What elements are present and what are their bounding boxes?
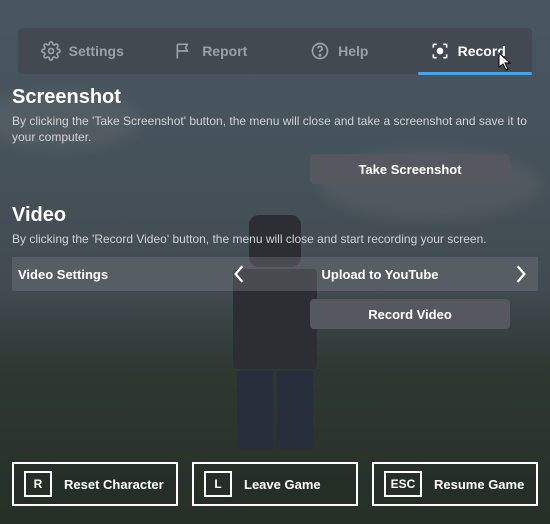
- reset-character-button[interactable]: R Reset Character: [12, 462, 178, 506]
- selector-next-button[interactable]: [504, 265, 538, 283]
- tab-help[interactable]: Help: [275, 28, 404, 74]
- tab-settings[interactable]: Settings: [18, 28, 147, 74]
- button-label: Resume Game: [434, 477, 524, 492]
- help-icon: [310, 41, 330, 61]
- record-panel: Screenshot By clicking the 'Take Screens…: [12, 86, 538, 145]
- bottom-action-bar: R Reset Character L Leave Game ESC Resum…: [12, 462, 538, 506]
- tab-record[interactable]: Record: [404, 28, 533, 74]
- keycap: ESC: [384, 471, 422, 497]
- screenshot-heading: Screenshot: [12, 86, 538, 109]
- video-desc: By clicking the 'Record Video' button, t…: [12, 231, 538, 247]
- chevron-right-icon: [514, 265, 528, 283]
- keycap: R: [24, 471, 52, 497]
- active-tab-underline: [418, 72, 532, 75]
- tab-label: Settings: [69, 43, 124, 59]
- flag-icon: [174, 41, 194, 61]
- tab-label: Help: [338, 43, 368, 59]
- button-label: Reset Character: [64, 477, 164, 492]
- screenshot-desc: By clicking the 'Take Screenshot' button…: [12, 113, 538, 145]
- tab-report[interactable]: Report: [147, 28, 276, 74]
- button-label: Record Video: [368, 307, 452, 322]
- button-label: Leave Game: [244, 477, 321, 492]
- gear-icon: [41, 41, 61, 61]
- keycap: L: [204, 471, 232, 497]
- chevron-left-icon: [232, 265, 246, 283]
- menu-tabbar: Settings Report Help Record: [18, 28, 532, 74]
- take-screenshot-button[interactable]: Take Screenshot: [310, 154, 510, 184]
- video-section: Video By clicking the 'Record Video' but…: [12, 204, 538, 329]
- leave-game-button[interactable]: L Leave Game: [192, 462, 358, 506]
- selector-prev-button[interactable]: [222, 265, 256, 283]
- button-label: Take Screenshot: [358, 162, 461, 177]
- tab-label: Report: [202, 43, 247, 59]
- video-heading: Video: [12, 204, 538, 227]
- video-settings-value: Upload to YouTube: [256, 267, 504, 282]
- record-video-button[interactable]: Record Video: [310, 299, 510, 329]
- video-settings-selector: Video Settings Upload to YouTube: [12, 257, 538, 291]
- record-icon: [430, 41, 450, 61]
- resume-game-button[interactable]: ESC Resume Game: [372, 462, 538, 506]
- video-settings-label: Video Settings: [12, 267, 222, 282]
- tab-label: Record: [458, 43, 506, 59]
- game-menu-record: Settings Report Help Record Screenshot B…: [0, 0, 550, 524]
